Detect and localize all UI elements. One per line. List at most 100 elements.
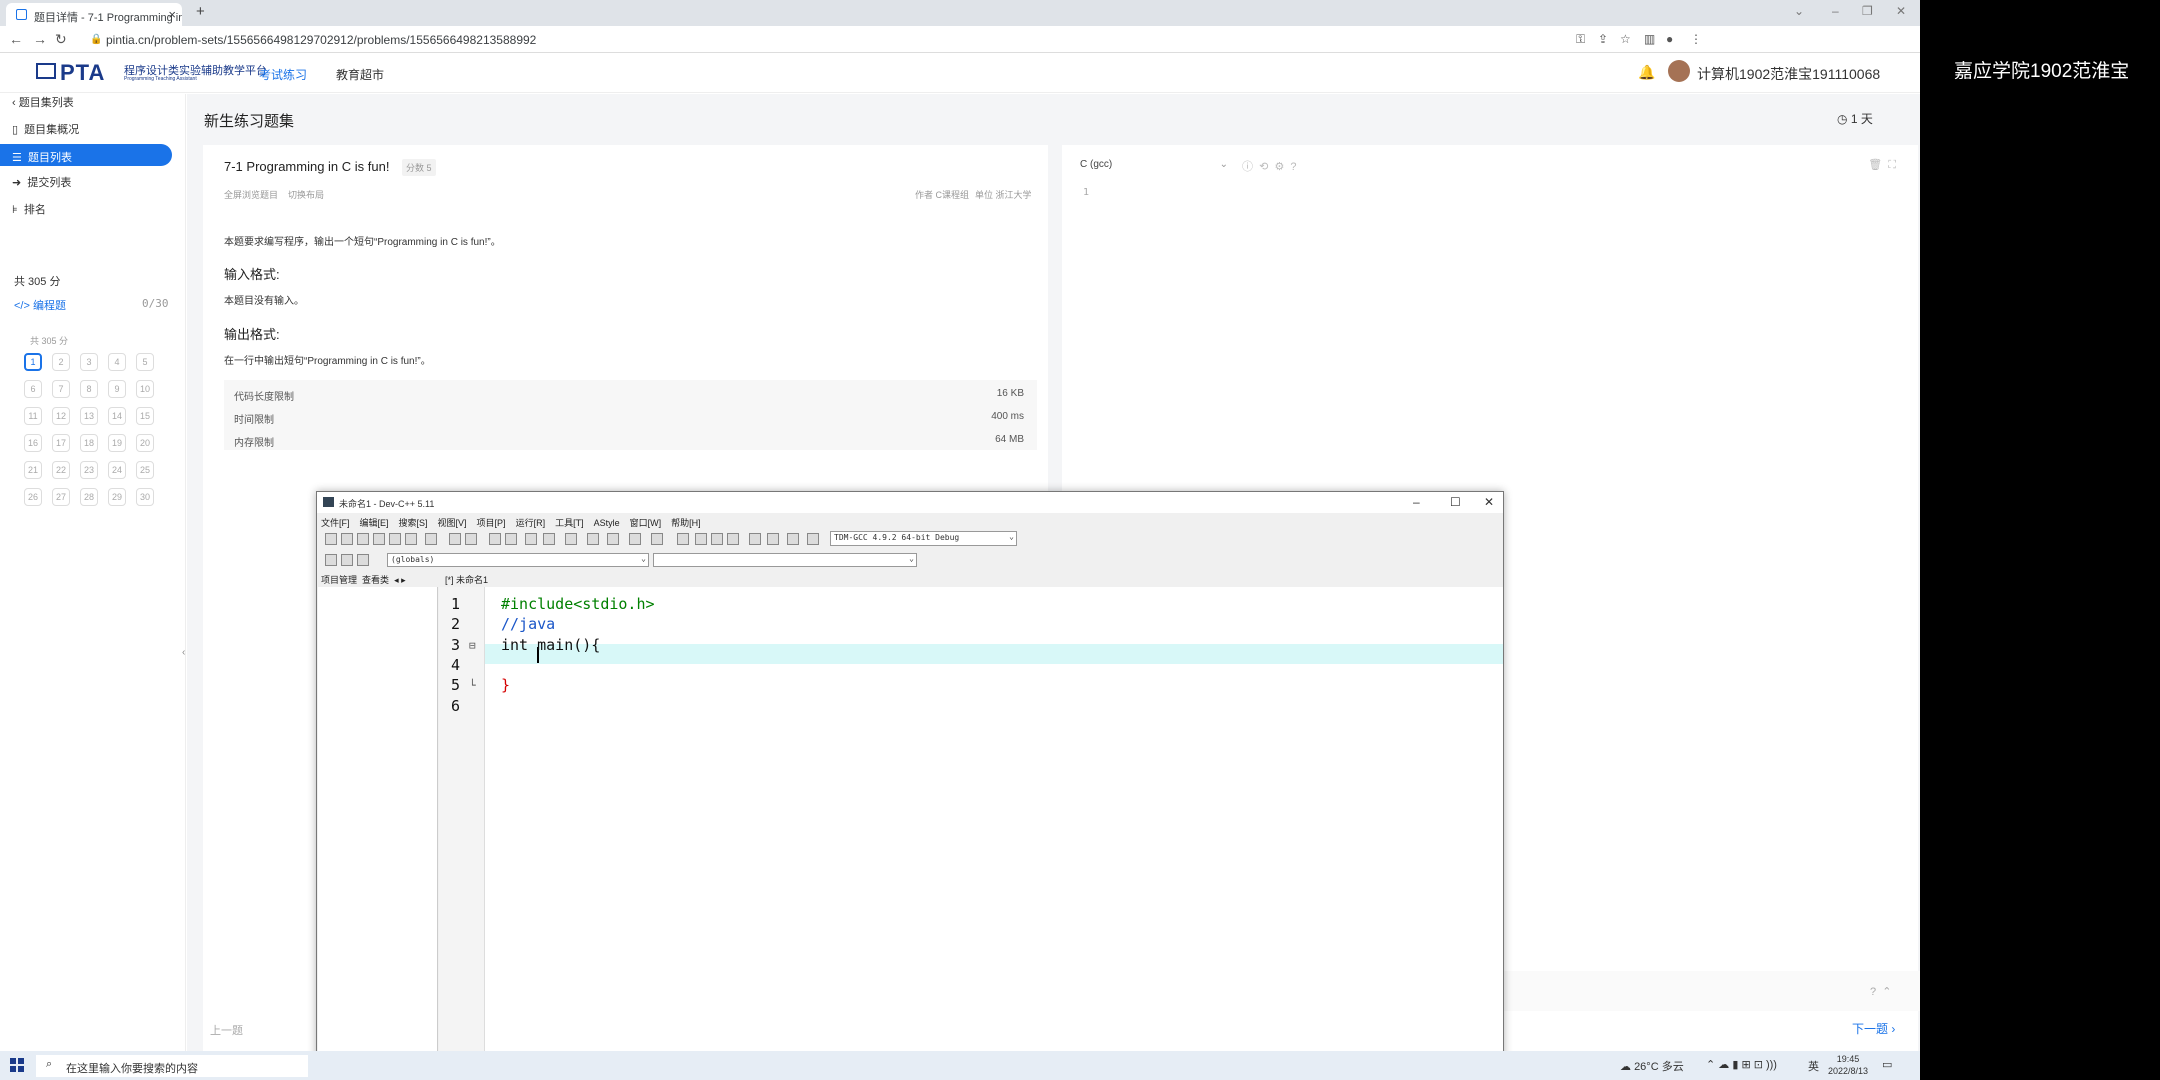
toolbar-icon[interactable]: [373, 533, 385, 545]
toolbar-icon[interactable]: [325, 533, 337, 545]
problem-number-cell[interactable]: 25: [136, 461, 154, 479]
problem-number-cell[interactable]: 22: [52, 461, 70, 479]
url-field[interactable]: 🔒 pintia.cn/problem-sets/155656649812970…: [90, 30, 1750, 50]
problem-number-cell[interactable]: 29: [108, 488, 126, 506]
input-language[interactable]: 英: [1808, 1058, 1819, 1074]
toolbar-icon[interactable]: [565, 533, 577, 545]
devcpp-menu-item[interactable]: 文件[F]: [321, 518, 350, 528]
back-icon[interactable]: ←: [9, 31, 23, 47]
devcpp-menu-item[interactable]: 运行[R]: [516, 518, 546, 528]
problem-number-cell[interactable]: 8: [80, 380, 98, 398]
tb-icon[interactable]: [341, 554, 353, 566]
language-select[interactable]: C (gcc) ⌄: [1080, 159, 1228, 170]
devcpp-menu-item[interactable]: 搜索[S]: [399, 518, 428, 528]
forward-icon[interactable]: →: [33, 31, 47, 47]
devcpp-menu-item[interactable]: AStyle: [594, 518, 620, 528]
program-type-link[interactable]: </> 编程题: [14, 297, 66, 313]
problem-number-cell[interactable]: 21: [24, 461, 42, 479]
restore-icon[interactable]: ❐: [1862, 4, 1873, 18]
tb-icon[interactable]: [357, 554, 369, 566]
toolbar-icon[interactable]: [357, 533, 369, 545]
scope-select[interactable]: (globals) ⌄: [387, 553, 649, 567]
tab-scroll-arrows[interactable]: ◂ ▸: [394, 575, 406, 585]
problem-number-cell[interactable]: 10: [136, 380, 154, 398]
toolbar-icon[interactable]: [341, 533, 353, 545]
menu-icon[interactable]: ⋮: [1690, 32, 1702, 46]
tab-classes[interactable]: 查看类: [362, 575, 389, 585]
toolbar-icon[interactable]: [465, 533, 477, 545]
bookmark-star-icon[interactable]: ☆: [1620, 32, 1631, 46]
toolbar-icon[interactable]: [629, 533, 641, 545]
problem-number-cell[interactable]: 11: [24, 407, 42, 425]
toolbar-icon[interactable]: [525, 533, 537, 545]
dev-maximize-icon[interactable]: ☐: [1450, 495, 1461, 509]
tray-icons[interactable]: ⌃ ☁ ▮ ⊞ ⊡ ))): [1706, 1058, 1777, 1071]
problem-number-cell[interactable]: 24: [108, 461, 126, 479]
notification-icon[interactable]: ▭: [1882, 1058, 1892, 1071]
problem-number-cell[interactable]: 30: [136, 488, 154, 506]
fullscreen-link[interactable]: 全屏浏览题目: [224, 188, 278, 201]
sidepanel-icon[interactable]: ▥: [1644, 32, 1655, 46]
problem-number-cell[interactable]: 16: [24, 434, 42, 452]
sidebar-back-link[interactable]: ‹ 题目集列表: [12, 94, 74, 110]
layout-toggle-link[interactable]: 切换布局: [288, 188, 324, 201]
key-icon[interactable]: ⚿: [1576, 32, 1585, 47]
toolbar-icon[interactable]: [607, 533, 619, 545]
problem-number-cell[interactable]: 6: [24, 380, 42, 398]
avatar[interactable]: [1668, 60, 1690, 82]
sidebar-item-problem-list[interactable]: ☰ 题目列表: [0, 144, 172, 166]
editor-window-icons[interactable]: 🗑 ⛶: [1868, 158, 1896, 172]
toolbar-icon[interactable]: [749, 533, 761, 545]
toolbar-icon[interactable]: [389, 533, 401, 545]
sidebar-item-submissions[interactable]: ➜ 提交列表: [12, 174, 71, 190]
devcpp-menu-item[interactable]: 帮助[H]: [671, 518, 701, 528]
close-tab-icon[interactable]: ×: [168, 7, 176, 22]
clock[interactable]: 19:45 2022/8/13: [1828, 1053, 1868, 1077]
pta-logo[interactable]: PTA: [36, 60, 105, 86]
tab-project[interactable]: 项目管理: [321, 575, 357, 585]
problem-number-cell[interactable]: 27: [52, 488, 70, 506]
file-tab[interactable]: [*] 未命名1: [445, 573, 488, 586]
problem-number-cell[interactable]: 17: [52, 434, 70, 452]
devcpp-menu-item[interactable]: 工具[T]: [555, 518, 584, 528]
problem-number-cell[interactable]: 2: [52, 353, 70, 371]
toolbar-icon[interactable]: [807, 533, 819, 545]
toolbar-icon[interactable]: [587, 533, 599, 545]
problem-number-cell[interactable]: 26: [24, 488, 42, 506]
toolbar-icon[interactable]: [489, 533, 501, 545]
toolbar-icon[interactable]: [543, 533, 555, 545]
compiler-select[interactable]: TDM-GCC 4.9.2 64-bit Debug ⌄: [830, 531, 1017, 546]
editor-tool-icons[interactable]: ⓘ ⟲ ⚙ ?: [1242, 158, 1297, 174]
toolbar-icon[interactable]: [711, 533, 723, 545]
problem-number-cell[interactable]: 18: [80, 434, 98, 452]
problem-number-cell[interactable]: 28: [80, 488, 98, 506]
toolbar-icon[interactable]: [727, 533, 739, 545]
problem-number-cell[interactable]: 4: [108, 353, 126, 371]
problem-number-cell[interactable]: 5: [136, 353, 154, 371]
sidebar-item-overview[interactable]: ▯ 题目集概况: [12, 121, 79, 137]
tab-search-icon[interactable]: ⌄: [1794, 4, 1804, 18]
next-problem-link[interactable]: 下一题 ›: [1852, 1020, 1895, 1037]
fold-toggle-icon[interactable]: ⊟: [469, 639, 476, 652]
toolbar-icon[interactable]: [787, 533, 799, 545]
toolbar-icon[interactable]: [405, 533, 417, 545]
nav-exam-practice[interactable]: 考试练习: [259, 66, 307, 83]
problem-number-cell[interactable]: 12: [52, 407, 70, 425]
problem-number-cell[interactable]: 19: [108, 434, 126, 452]
profile-icon[interactable]: ●: [1666, 32, 1673, 46]
toolbar-icon[interactable]: [505, 533, 517, 545]
toolbar-icon[interactable]: [651, 533, 663, 545]
toolbar-icon[interactable]: [695, 533, 707, 545]
problem-number-cell[interactable]: 14: [108, 407, 126, 425]
sidebar-item-ranking[interactable]: ⊧ 排名: [12, 201, 46, 217]
problem-number-cell[interactable]: 1: [24, 353, 42, 371]
devcpp-menu-item[interactable]: 视图[V]: [438, 518, 467, 528]
problem-number-cell[interactable]: 9: [108, 380, 126, 398]
bell-icon[interactable]: 🔔: [1638, 64, 1655, 81]
toolbar-icon[interactable]: [767, 533, 779, 545]
devcpp-menu-item[interactable]: 项目[P]: [477, 518, 506, 528]
browser-tab[interactable]: 题目详情 - 7-1 Programming in ×: [6, 3, 182, 26]
tb-icon[interactable]: [325, 554, 337, 566]
prev-problem-link[interactable]: 上一题: [210, 1022, 243, 1038]
toolbar-icon[interactable]: [677, 533, 689, 545]
